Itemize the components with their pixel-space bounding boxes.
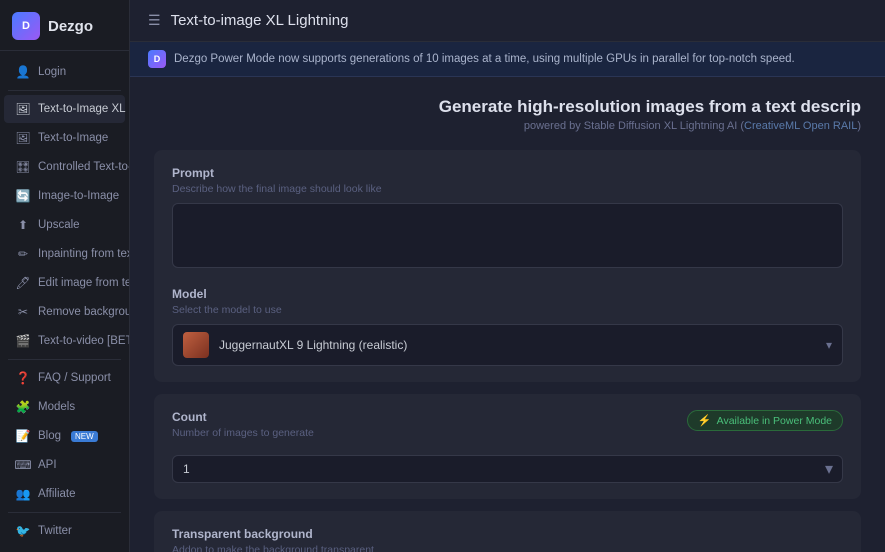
- sidebar-item-discord[interactable]: 💬 Discord: [4, 546, 125, 552]
- sidebar-divider-3: [8, 512, 121, 513]
- banner-logo-icon: D: [148, 50, 166, 68]
- image-xl-icon: 🖼: [16, 102, 30, 116]
- count-sublabel: Number of images to generate: [172, 427, 314, 439]
- count-label-row: Count Number of images to generate ⚡ Ava…: [172, 410, 843, 447]
- banner-prefix: Dezgo Power Mode now supports generation…: [174, 53, 426, 65]
- sidebar-item-login[interactable]: 👤 Login: [4, 58, 125, 86]
- model-avatar: [183, 332, 209, 358]
- power-mode-banner: D Dezgo Power Mode now supports generati…: [130, 42, 885, 77]
- sidebar-item-label: Remove background: [38, 306, 130, 318]
- page-header-title: Generate high-resolution images from a t…: [154, 97, 861, 117]
- creative-ml-link[interactable]: CreativeML Open RAIL: [744, 120, 857, 132]
- banner-suffix: at a time, using multiple GPUs in parall…: [479, 53, 795, 65]
- page-header-subtitle: powered by Stable Diffusion XL Lightning…: [154, 120, 861, 132]
- form-content: Generate high-resolution images from a t…: [130, 77, 885, 552]
- prompt-field-group: Prompt Describe how the final image shou…: [172, 166, 843, 273]
- sidebar-item-label: Edit image from text: [38, 277, 130, 289]
- page-title: Text-to-image XL Lightning: [171, 12, 349, 29]
- sidebar-item-remove-bg[interactable]: ✂ Remove background: [4, 298, 125, 326]
- login-icon: 👤: [16, 65, 30, 79]
- controlled-icon: 🎛: [16, 160, 30, 174]
- sidebar-item-label: Login: [38, 66, 66, 78]
- banner-text: Dezgo Power Mode now supports generation…: [174, 53, 795, 65]
- upscale-icon: ⬆: [16, 218, 30, 232]
- banner-highlight: 10 images: [426, 53, 479, 65]
- model-select[interactable]: JuggernautXL 9 Lightning (realistic) ▾: [172, 324, 843, 366]
- menu-icon[interactable]: ☰: [148, 12, 161, 29]
- sidebar-item-text-to-image-xl[interactable]: 🖼 Text-to-Image XL: [4, 95, 125, 123]
- prompt-section: Prompt Describe how the final image shou…: [154, 150, 861, 382]
- prompt-label: Prompt: [172, 166, 843, 180]
- affiliate-icon: 👥: [16, 487, 30, 501]
- page-header: Generate high-resolution images from a t…: [154, 97, 861, 132]
- twitter-icon: 🐦: [16, 524, 30, 538]
- image-icon: 🖼: [16, 131, 30, 145]
- main-content: ☰ Text-to-image XL Lightning D Dezgo Pow…: [130, 0, 885, 552]
- sidebar-divider-1: [8, 90, 121, 91]
- sidebar-item-label: Text-to-video [BETA]: [38, 335, 130, 347]
- sidebar-item-text-to-image[interactable]: 🖼 Text-to-Image: [4, 124, 125, 152]
- sidebar-item-blog[interactable]: 📝 Blog NEW: [4, 422, 125, 450]
- sidebar-item-edit-image[interactable]: 🖊 Edit image from text: [4, 269, 125, 297]
- prompt-sublabel: Describe how the final image should look…: [172, 183, 843, 195]
- sidebar-item-label: Inpainting from text: [38, 248, 130, 260]
- sidebar-item-label: Controlled Text-to-Image: [38, 161, 130, 173]
- prompt-input[interactable]: [172, 203, 843, 268]
- sidebar-item-label: Twitter: [38, 525, 72, 537]
- inpainting-icon: ✏: [16, 247, 30, 261]
- count-section: Count Number of images to generate ⚡ Ava…: [154, 394, 861, 499]
- faq-icon: ❓: [16, 371, 30, 385]
- sidebar-item-label: Image-to-Image: [38, 190, 119, 202]
- edit-icon: 🖊: [16, 276, 30, 290]
- bolt-icon: ⚡: [698, 414, 712, 427]
- sidebar-item-controlled[interactable]: 🎛 Controlled Text-to-Image: [4, 153, 125, 181]
- sidebar-item-label: FAQ / Support: [38, 372, 111, 384]
- sidebar-item-label: Text-to-Image: [38, 132, 108, 144]
- logo-icon: D: [12, 12, 40, 40]
- sidebar-item-affiliate[interactable]: 👥 Affiliate: [4, 480, 125, 508]
- sidebar-item-label: Text-to-Image XL: [38, 103, 126, 115]
- sidebar-item-image-to-image[interactable]: 🔄 Image-to-Image: [4, 182, 125, 210]
- model-sublabel: Select the model to use: [172, 304, 843, 316]
- sidebar-item-text-to-video[interactable]: 🎬 Text-to-video [BETA]: [4, 327, 125, 355]
- sidebar-item-upscale[interactable]: ⬆ Upscale: [4, 211, 125, 239]
- api-icon: ⌨: [16, 458, 30, 472]
- app-logo[interactable]: D Dezgo: [0, 0, 129, 51]
- transparent-bg-label: Transparent background: [172, 527, 843, 541]
- sidebar-item-models[interactable]: 🧩 Models: [4, 393, 125, 421]
- power-mode-badge: ⚡ Available in Power Mode: [687, 410, 843, 431]
- power-badge-label: Available in Power Mode: [717, 415, 832, 427]
- topbar: ☰ Text-to-image XL Lightning: [130, 0, 885, 42]
- remove-bg-icon: ✂: [16, 305, 30, 319]
- sidebar-nav: 👤 Login 🖼 Text-to-Image XL 🖼 Text-to-Ima…: [0, 51, 129, 552]
- transparent-bg-section: Transparent background Addon to make the…: [154, 511, 861, 552]
- sidebar-item-label: Blog: [38, 430, 61, 442]
- i2i-icon: 🔄: [16, 189, 30, 203]
- sidebar-item-api[interactable]: ⌨ API: [4, 451, 125, 479]
- blog-badge: NEW: [71, 431, 98, 442]
- sidebar-item-label: Upscale: [38, 219, 80, 231]
- count-select-wrapper: 1 2 3 4 5: [172, 455, 843, 483]
- sidebar-item-label: Models: [38, 401, 75, 413]
- sidebar: D Dezgo 👤 Login 🖼 Text-to-Image XL 🖼 Tex…: [0, 0, 130, 552]
- sidebar-item-label: API: [38, 459, 57, 471]
- count-select[interactable]: 1 2 3 4 5: [172, 455, 843, 483]
- sidebar-item-faq[interactable]: ❓ FAQ / Support: [4, 364, 125, 392]
- model-label: Model: [172, 287, 843, 301]
- sidebar-item-inpainting[interactable]: ✏ Inpainting from text: [4, 240, 125, 268]
- blog-icon: 📝: [16, 429, 30, 443]
- model-select-arrow: ▾: [826, 338, 832, 352]
- count-label: Count: [172, 410, 314, 424]
- video-icon: 🎬: [16, 334, 30, 348]
- transparent-bg-sublabel: Addon to make the background transparent: [172, 544, 843, 552]
- app-name: Dezgo: [48, 18, 93, 35]
- sidebar-item-twitter[interactable]: 🐦 Twitter: [4, 517, 125, 545]
- models-icon: 🧩: [16, 400, 30, 414]
- sidebar-item-label: Affiliate: [38, 488, 76, 500]
- model-name: JuggernautXL 9 Lightning (realistic): [219, 338, 816, 352]
- model-field-group: Model Select the model to use Juggernaut…: [172, 287, 843, 366]
- sidebar-divider-2: [8, 359, 121, 360]
